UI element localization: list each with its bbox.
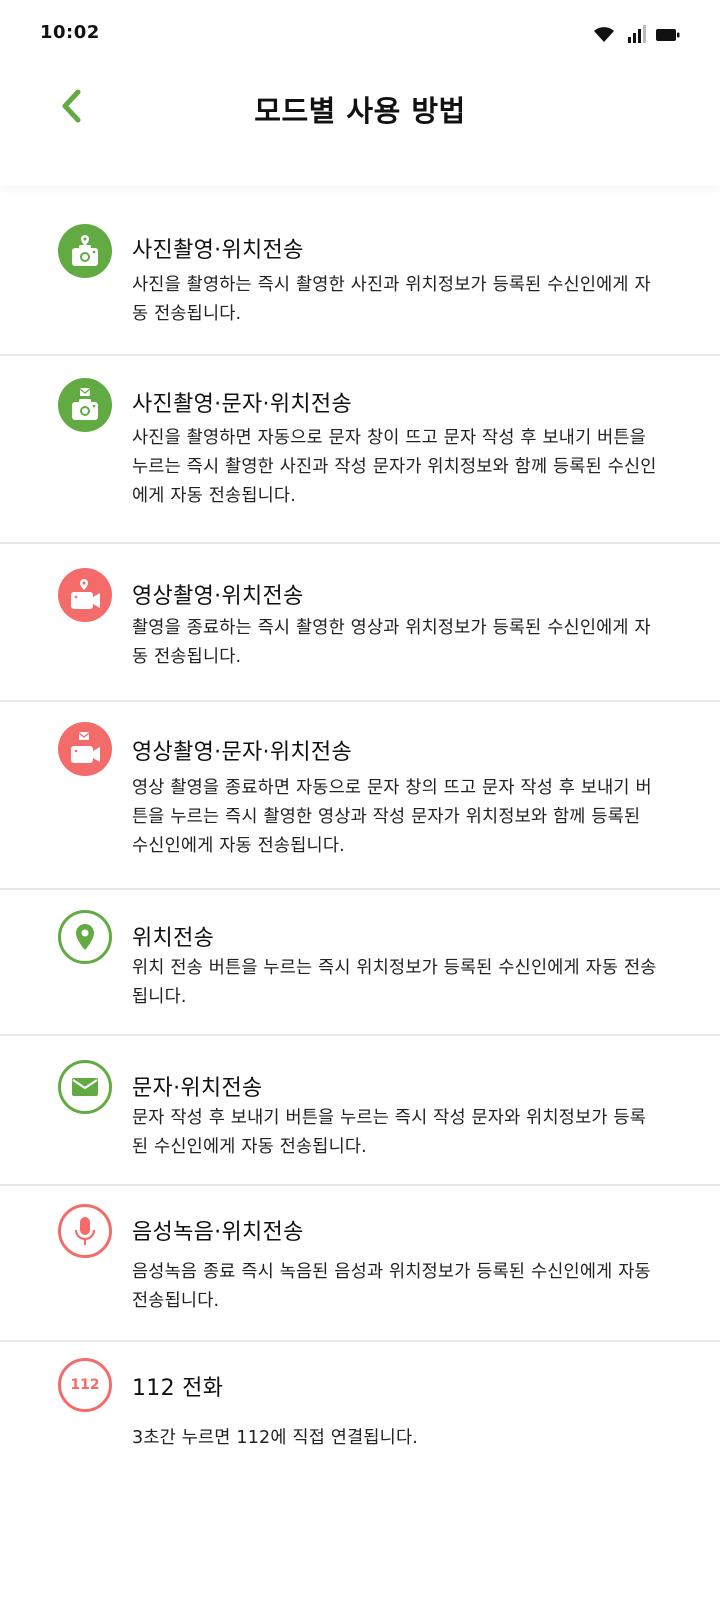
mode-list: 사진촬영·위치전송 사진을 촬영하는 즉시 촬영한 사진과 위치정보가 등록된 … (0, 188, 720, 1472)
mode-title: 위치전송 (132, 926, 215, 951)
mode-title: 음성녹음·위치전송 (132, 1220, 304, 1245)
wifi-icon (592, 24, 616, 48)
mode-item-video-message-location: 영상촬영·문자·위치전송 영상 촬영을 종료하면 자동으로 문자 창의 뜨고 문… (0, 702, 720, 890)
video-location-icon (58, 568, 112, 622)
camera-location-icon (58, 224, 112, 278)
mode-item-voice-location: 음성녹음·위치전송 음성녹음 종료 즉시 녹음된 음성과 위치정보가 등록된 수… (0, 1186, 720, 1342)
mode-description: 사진을 촬영하면 자동으로 문자 창이 뜨고 문자 작성 후 보내기 버튼을 누… (132, 428, 657, 506)
mode-item-112-call: 112 112 전화 3초간 누르면 112에 직접 연결됩니다. (0, 1342, 720, 1472)
status-bar: 10:02 (0, 0, 720, 70)
mode-description: 3초간 누르면 112에 직접 연결됩니다. (132, 1428, 419, 1448)
page-title: 모드별 사용 방법 (254, 94, 466, 128)
mode-description: 문자 작성 후 보내기 버튼을 누르는 즉시 작성 문자와 위치정보가 등록된 … (132, 1108, 647, 1157)
mode-title: 사진촬영·위치전송 (132, 238, 304, 263)
mode-item-location: 위치전송 위치 전송 버튼을 누르는 즉시 위치정보가 등록된 수신인에게 자동… (0, 890, 720, 1036)
camera-message-icon (58, 378, 112, 432)
mode-title: 사진촬영·문자·위치전송 (132, 392, 352, 417)
mode-item-message-location: 문자·위치전송 문자 작성 후 보내기 버튼을 누르는 즉시 작성 문자와 위치… (0, 1036, 720, 1186)
mode-title: 영상촬영·위치전송 (132, 584, 304, 609)
icon-112-label: 112 (70, 1377, 100, 1393)
mode-item-video-location: 영상촬영·위치전송 촬영을 종료하는 즉시 촬영한 영상과 위치정보가 등록된 … (0, 544, 720, 702)
mode-description: 음성녹음 종료 즉시 녹음된 음성과 위치정보가 등록된 수신인에게 자동 전송… (132, 1262, 651, 1311)
status-time: 10:02 (40, 22, 100, 43)
mode-description: 위치 전송 버튼을 누르는 즉시 위치정보가 등록된 수신인에게 자동 전송됩니… (132, 958, 657, 1007)
mode-item-photo-location: 사진촬영·위치전송 사진을 촬영하는 즉시 촬영한 사진과 위치정보가 등록된 … (0, 188, 720, 356)
microphone-icon (58, 1204, 112, 1258)
battery-icon (656, 27, 680, 46)
mode-description: 영상 촬영을 종료하면 자동으로 문자 창의 뜨고 문자 작성 후 보내기 버튼… (132, 778, 652, 856)
mode-description: 사진을 촬영하는 즉시 촬영한 사진과 위치정보가 등록된 수신인에게 자동 전… (132, 275, 651, 324)
header: 모드별 사용 방법 (0, 70, 720, 186)
video-message-icon (58, 722, 112, 776)
mode-title: 112 전화 (132, 1376, 224, 1401)
envelope-icon (58, 1060, 112, 1114)
emergency-112-icon: 112 (58, 1358, 112, 1412)
mode-description: 촬영을 종료하는 즉시 촬영한 영상과 위치정보가 등록된 수신인에게 자동 전… (132, 618, 651, 667)
mode-title: 문자·위치전송 (132, 1076, 263, 1101)
status-icons (592, 24, 680, 48)
location-pin-icon (58, 910, 112, 964)
signal-icon (626, 25, 646, 47)
mode-item-photo-message-location: 사진촬영·문자·위치전송 사진을 촬영하면 자동으로 문자 창이 뜨고 문자 작… (0, 356, 720, 544)
mode-title: 영상촬영·문자·위치전송 (132, 740, 352, 765)
